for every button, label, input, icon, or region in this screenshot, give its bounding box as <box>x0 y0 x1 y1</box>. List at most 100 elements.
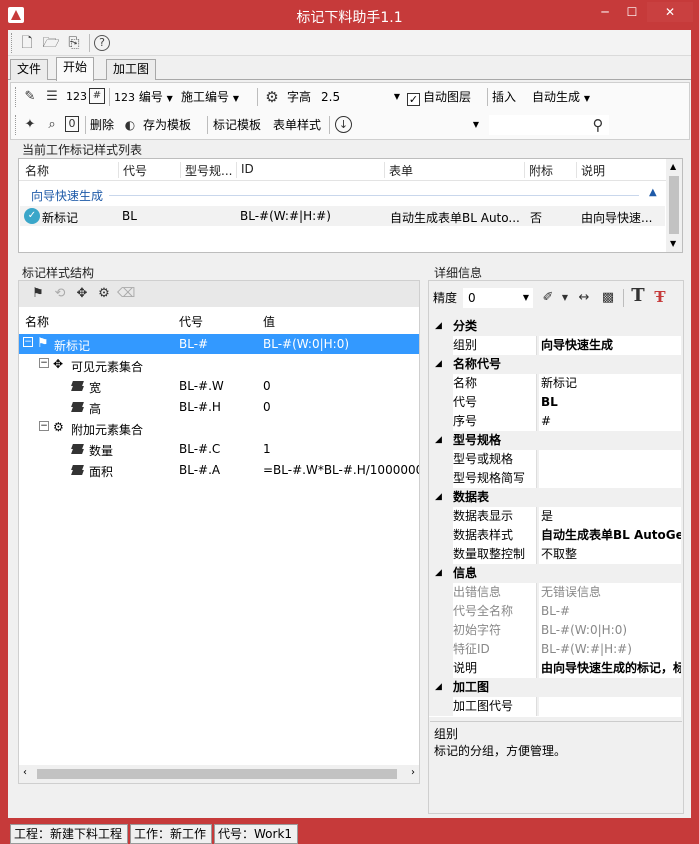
flag-icon[interactable]: ⚑ <box>29 285 47 303</box>
expand-arrow-icon[interactable]: ◢ <box>435 431 442 450</box>
property-row[interactable]: 说明 由向导快速生成的标记，标 <box>429 659 681 678</box>
ruler-icon[interactable]: ✐ <box>539 289 557 307</box>
tab-processing-drawing[interactable]: 加工图 <box>106 59 157 80</box>
tree-row-visible-set[interactable]: − ✥ 可见元素集合 <box>19 355 419 375</box>
property-row[interactable]: 代号全名称 BL-# <box>429 602 681 621</box>
hatch-icon[interactable]: ▩ <box>599 289 617 307</box>
save-icon[interactable]: ⎘ <box>65 34 83 52</box>
property-value[interactable]: BL-#(W:0|H:0) <box>539 621 681 640</box>
insert-button[interactable]: 插入 <box>492 86 516 108</box>
new-file-icon[interactable]: 🗋 <box>18 34 36 52</box>
scroll-thumb[interactable] <box>669 176 679 234</box>
tree-row-extra-set[interactable]: − ⚙ 附加元素集合 <box>19 418 419 438</box>
font-height-combo[interactable]: 2.5 ▼ <box>316 87 404 107</box>
col-attach[interactable]: 附标 <box>525 162 577 178</box>
property-category[interactable]: ◢ 数据表 <box>429 488 681 507</box>
property-row[interactable]: 代号 BL <box>429 393 681 412</box>
property-value[interactable]: 不取整 <box>539 545 681 564</box>
mark-template-button[interactable]: 标记模板 <box>213 114 261 136</box>
number-123-button[interactable]: 123 <box>66 86 87 108</box>
property-row[interactable]: 名称 新标记 <box>429 374 681 393</box>
property-category[interactable]: ◢ 加工图 <box>429 678 681 697</box>
tree-row-width[interactable]: 宽 BL-#.W 0 <box>19 376 419 396</box>
collapse-icon[interactable]: − <box>39 358 49 368</box>
property-category[interactable]: ◢ 型号规格 <box>429 431 681 450</box>
property-value[interactable]: 是 <box>539 507 681 526</box>
property-value[interactable]: 向导快速生成 <box>539 336 681 355</box>
col-code[interactable]: 代号 <box>119 162 181 178</box>
open-folder-icon[interactable]: 🗁 <box>42 34 60 52</box>
eraser-icon[interactable]: ⌫ <box>117 285 135 303</box>
property-value[interactable]: # <box>539 412 681 431</box>
download-circle-icon[interactable]: ↓ <box>335 116 352 133</box>
text-icon[interactable]: T <box>629 287 647 305</box>
vertical-scrollbar[interactable]: ▲ ▼ <box>666 159 682 252</box>
expand-arrow-icon[interactable]: ◢ <box>435 317 442 336</box>
property-row[interactable]: 数据表样式 自动生成表单BL AutoGe <box>429 526 681 545</box>
dimension-icon[interactable]: ↔ <box>575 289 593 307</box>
col-value[interactable]: 值 <box>263 313 275 330</box>
minimize-button[interactable]: ─ <box>592 2 618 22</box>
auto-layer-checkbox[interactable]: ✓ 自动图层 <box>407 86 471 108</box>
group-header-label[interactable]: 向导快速生成 <box>31 187 103 204</box>
tree-row-area[interactable]: 面积 BL-#.A =BL-#.W*BL-#.H/1000000 <box>19 460 419 480</box>
numbering-dropdown[interactable]: 123 编号 ▼ <box>114 86 173 108</box>
zoom-select-icon[interactable]: ⌕ <box>43 116 61 134</box>
scroll-up-icon[interactable]: ▲ <box>670 162 676 171</box>
gear-icon[interactable]: ⚙ <box>263 88 281 106</box>
pencil-icon[interactable]: ✎ <box>21 88 39 106</box>
table-row[interactable]: ✓ 新标记 BL BL-#(W:#|H:#) 自动生成表单BL Auto... … <box>20 206 665 226</box>
scroll-thumb[interactable] <box>37 769 397 779</box>
property-row[interactable]: 初始字符 BL-#(W:0|H:0) <box>429 621 681 640</box>
move-icon[interactable]: ✥ <box>73 285 91 303</box>
list-icon[interactable]: ☰ <box>43 88 61 106</box>
property-row[interactable]: 加工图代号 <box>429 697 681 716</box>
form-style-button[interactable]: 表单样式 <box>273 114 321 136</box>
save-template-button[interactable]: 存为模板 <box>143 114 191 136</box>
collapse-icon[interactable]: − <box>39 421 49 431</box>
collapse-group-icon[interactable]: ▲ <box>649 187 657 198</box>
tree-row-height[interactable]: 高 BL-#.H 0 <box>19 397 419 417</box>
chevron-down-icon[interactable]: ▼ <box>556 289 574 307</box>
col-form[interactable]: 表单 <box>385 162 525 178</box>
delete-button[interactable]: 删除 <box>90 114 114 136</box>
scroll-right-icon[interactable]: › <box>411 767 415 778</box>
process-number-dropdown[interactable]: 施工编号 ▼ <box>181 86 239 108</box>
property-value[interactable]: BL <box>539 393 681 412</box>
col-model[interactable]: 型号规... <box>181 162 237 178</box>
precision-combo[interactable]: 0 ▼ <box>463 288 533 308</box>
expand-arrow-icon[interactable]: ◢ <box>435 564 442 583</box>
tree-row-root[interactable]: − ⚑ 新标记 BL-# BL-#(W:0|H:0) <box>19 334 419 354</box>
close-button[interactable]: ✕ <box>647 2 693 22</box>
property-value[interactable] <box>539 469 681 488</box>
horizontal-scrollbar[interactable]: ‹ › <box>19 765 419 783</box>
refresh-icon[interactable]: ⟲ <box>51 285 69 303</box>
col-code[interactable]: 代号 <box>179 313 203 330</box>
maximize-button[interactable]: ☐ <box>619 2 645 22</box>
tab-file[interactable]: 文件 <box>10 59 49 80</box>
property-row[interactable]: 序号 # <box>429 412 681 431</box>
expand-arrow-icon[interactable]: ◢ <box>435 355 442 374</box>
property-category[interactable]: ◢ 分类 <box>429 317 681 336</box>
tree-row-quantity[interactable]: 数量 BL-#.C 1 <box>19 439 419 459</box>
zero-icon[interactable]: 0 <box>65 116 79 132</box>
property-value[interactable] <box>539 697 681 716</box>
property-row[interactable]: 组别 向导快速生成 <box>429 336 681 355</box>
auto-generate-dropdown[interactable]: 自动生成 ▼ <box>532 86 590 108</box>
property-value[interactable]: 由向导快速生成的标记，标 <box>539 659 681 678</box>
tab-start[interactable]: 开始 <box>56 57 95 81</box>
scroll-down-icon[interactable]: ▼ <box>670 239 676 248</box>
col-name[interactable]: 名称 <box>21 162 119 178</box>
property-row[interactable]: 特征ID BL-#(W:#|H:#) <box>429 640 681 659</box>
template-combo[interactable]: ▼ <box>357 115 483 135</box>
col-name[interactable]: 名称 <box>25 313 49 330</box>
property-value[interactable]: 无错误信息 <box>539 583 681 602</box>
bracket-icon[interactable]: # <box>89 88 105 104</box>
settings-icon[interactable]: ⚙ <box>95 285 113 303</box>
wand-icon[interactable]: ✦ <box>21 116 39 134</box>
col-id[interactable]: ID <box>237 162 385 178</box>
property-row[interactable]: 数据表显示是 <box>429 507 681 526</box>
property-row[interactable]: 型号或规格 <box>429 450 681 469</box>
col-desc[interactable]: 说明 <box>577 162 667 178</box>
scroll-left-icon[interactable]: ‹ <box>23 767 27 778</box>
